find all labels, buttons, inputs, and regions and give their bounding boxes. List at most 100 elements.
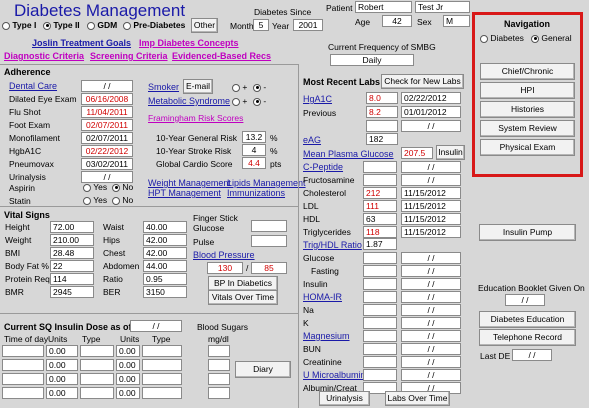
lab-date-field[interactable]: / / — [401, 278, 461, 290]
type-field[interactable] — [142, 359, 182, 371]
units-field[interactable]: 0.00 — [116, 345, 140, 357]
bp-in-diabetics-button[interactable]: BP In Diabetics — [208, 276, 278, 291]
lab-date-field[interactable]: / / — [401, 252, 461, 264]
last-de-field[interactable]: / / — [512, 349, 552, 361]
lipids-management-link[interactable]: Lipids Management — [227, 178, 306, 188]
lab-date-field[interactable]: 11/15/2012 — [401, 226, 461, 238]
vital-value-field[interactable]: 42.00 — [143, 234, 187, 246]
type-field[interactable] — [142, 373, 182, 385]
general-radio[interactable]: General — [531, 33, 572, 43]
type-1-radio[interactable]: Type I — [2, 20, 36, 30]
finger-stick-glucose-field[interactable] — [251, 220, 287, 232]
type-field[interactable] — [142, 345, 182, 357]
blood-pressure-link[interactable]: Blood Pressure — [193, 250, 255, 260]
diagnostic-criteria-link[interactable]: Diagnostic Criteria — [4, 51, 84, 61]
vital-value-field[interactable]: 2945 — [50, 286, 94, 298]
type-field[interactable] — [80, 359, 114, 371]
units-field[interactable]: 0.00 — [46, 387, 78, 399]
metabolic-syndrome-link[interactable]: Metabolic Syndrome — [148, 96, 230, 106]
blood-sugar-field[interactable] — [208, 373, 230, 385]
hpt-management-link[interactable]: HPT Management — [148, 188, 221, 198]
metabolic-plus-radio[interactable]: + — [232, 96, 247, 106]
lab-date-field[interactable]: / / — [401, 304, 461, 316]
adherence-date-field[interactable]: 11/04/2011 — [81, 106, 133, 118]
lab-link[interactable]: U Microalbumin — [303, 370, 366, 380]
imp-diabetes-concepts-link[interactable]: Imp Diabetes Concepts — [139, 38, 239, 48]
adherence-date-field[interactable]: 02/07/2011 — [81, 132, 133, 144]
insulin-button[interactable]: Insulin — [436, 145, 465, 160]
lab-date-field[interactable]: 11/15/2012 — [401, 187, 461, 199]
diary-button[interactable]: Diary — [235, 361, 291, 378]
gdm-radio[interactable]: GDM — [87, 20, 117, 30]
blood-sugar-field[interactable] — [208, 359, 230, 371]
email-button[interactable]: E-mail — [183, 79, 213, 94]
lab-date-field[interactable]: / / — [401, 161, 461, 173]
evidence-based-recs-link[interactable]: Evidenced-Based Recs — [172, 51, 271, 61]
smbg-frequency-field[interactable]: Daily — [330, 54, 414, 66]
units-field[interactable]: 0.00 — [116, 359, 140, 371]
blood-sugar-field[interactable] — [208, 345, 230, 357]
diabetes-education-button[interactable]: Diabetes Education — [479, 311, 576, 328]
type-field[interactable] — [142, 387, 182, 399]
lab-date-field[interactable]: / / — [401, 291, 461, 303]
vital-value-field[interactable]: 72.00 — [50, 221, 94, 233]
smoker-plus-radio[interactable]: + — [232, 82, 247, 92]
smoker-link[interactable]: Smoker — [148, 82, 179, 92]
time-of-day-field[interactable] — [2, 359, 44, 371]
immunizations-link[interactable]: Immunizations — [227, 188, 285, 198]
time-of-day-field[interactable] — [2, 387, 44, 399]
system-review-button[interactable]: System Review — [480, 120, 575, 137]
lab-date-field[interactable]: / / — [401, 265, 461, 277]
vital-value-field[interactable]: 114 — [50, 273, 94, 285]
labs-over-time-button[interactable]: Labs Over Time — [385, 391, 450, 406]
check-new-labs-button[interactable]: Check for New Labs — [381, 74, 464, 89]
other-button[interactable]: Other — [191, 18, 218, 33]
adherence-link[interactable]: Dental Care — [9, 81, 57, 91]
trig-hdl-ratio-link[interactable]: Trig/HDL Ratio — [303, 240, 362, 250]
lab-date-field[interactable]: / / — [401, 317, 461, 329]
patient-first-name-field[interactable]: Robert — [355, 1, 412, 13]
type-2-radio[interactable]: Type II — [43, 20, 80, 30]
month-field[interactable]: 5 — [253, 19, 269, 31]
insulin-dose-date-field[interactable]: / / — [130, 320, 182, 332]
lab-link[interactable]: C-Peptide — [303, 162, 343, 172]
type-field[interactable] — [80, 373, 114, 385]
bp-diastolic-field[interactable]: 85 — [251, 262, 287, 274]
vital-value-field[interactable]: 0.95 — [143, 273, 187, 285]
telephone-record-button[interactable]: Telephone Record — [479, 329, 576, 346]
vital-value-field[interactable]: 44.00 — [143, 260, 187, 272]
bp-systolic-field[interactable]: 130 — [207, 262, 243, 274]
vital-value-field[interactable]: 42.00 — [143, 247, 187, 259]
lab-date-field[interactable]: / / — [401, 369, 461, 381]
mean-plasma-glucose-link[interactable]: Mean Plasma Glucose — [303, 149, 394, 159]
lab-date-field[interactable]: 11/15/2012 — [401, 213, 461, 225]
units-field[interactable]: 0.00 — [46, 359, 78, 371]
adherence-date-field[interactable]: / / — [81, 80, 133, 92]
vital-value-field[interactable]: 40.00 — [143, 221, 187, 233]
time-of-day-field[interactable] — [2, 345, 44, 357]
blood-sugar-field[interactable] — [208, 387, 230, 399]
chief-chronic-button[interactable]: Chief/Chronic — [480, 63, 575, 80]
vital-value-field[interactable]: 210.00 — [50, 234, 94, 246]
eag-link[interactable]: eAG — [303, 135, 321, 145]
pre-diabetes-radio[interactable]: Pre-Diabetes — [123, 20, 185, 30]
statin-no-radio[interactable]: No — [112, 195, 133, 205]
statin-yes-radio[interactable]: Yes — [83, 195, 107, 205]
units-field[interactable]: 0.00 — [46, 373, 78, 385]
time-of-day-field[interactable] — [2, 373, 44, 385]
hpi-button[interactable]: HPI — [480, 82, 575, 99]
lab-date-field[interactable]: / / — [401, 174, 461, 186]
lab-date-field[interactable]: / / — [401, 343, 461, 355]
pulse-field[interactable] — [251, 235, 287, 247]
patient-last-name-field[interactable]: Test Jr — [415, 1, 470, 13]
aspirin-no-radio[interactable]: No — [112, 182, 133, 192]
previous-date-field[interactable]: 01/01/2012 — [401, 106, 461, 118]
histories-button[interactable]: Histories — [480, 101, 575, 118]
booklet-date-field[interactable]: / / — [505, 294, 545, 306]
hga1c-link[interactable]: HgA1C — [303, 94, 332, 104]
lab-date-field[interactable]: / / — [401, 356, 461, 368]
lab-link[interactable]: Magnesium — [303, 331, 350, 341]
units-field[interactable]: 0.00 — [116, 387, 140, 399]
lab-date-field[interactable]: / / — [401, 330, 461, 342]
adherence-date-field[interactable]: 06/16/2008 — [81, 93, 133, 105]
